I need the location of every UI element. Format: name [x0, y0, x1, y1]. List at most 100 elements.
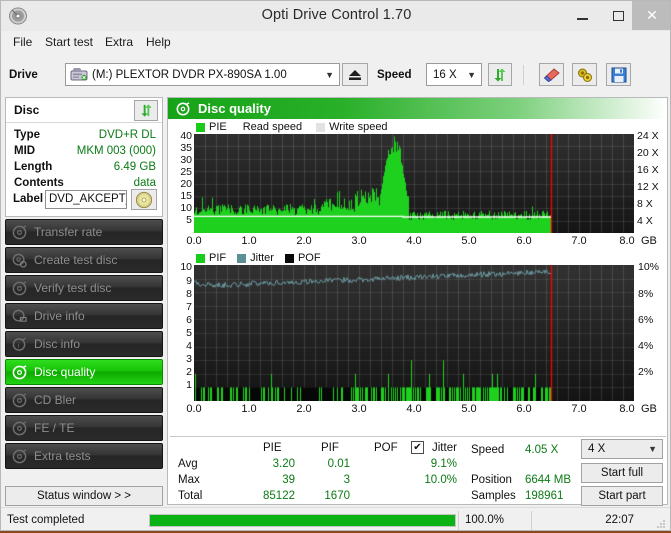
disc-refresh-button[interactable]: [134, 100, 158, 121]
disc-label-button[interactable]: [131, 189, 157, 210]
disc-panel-header: Disc: [6, 98, 162, 123]
pie-xtick: 7.0: [571, 235, 587, 247]
menu-item-file[interactable]: File: [9, 35, 36, 51]
disc-quality-icon: [6, 360, 32, 384]
legend-label-pof: POF: [297, 252, 321, 264]
pie-chart-plot: [194, 134, 634, 233]
refresh-button[interactable]: [488, 63, 512, 86]
progress-bar: [149, 514, 456, 527]
menu-item-extra[interactable]: Extra: [101, 35, 137, 51]
sidebar-item-drive-info[interactable]: Drive info: [5, 303, 163, 329]
chevron-down-icon: ▼: [648, 444, 657, 454]
disc-quality-panel: Disc quality PIE Read speed Write speed …: [167, 97, 668, 506]
pif-xtick: 2.0: [296, 403, 312, 415]
eject-button[interactable]: [342, 63, 368, 86]
sidebar-item-extra-tests[interactable]: Extra tests: [5, 443, 163, 469]
disc-row-value: data: [133, 177, 156, 189]
sidebar-item-label: Disc info: [34, 337, 81, 351]
status-message: Test completed: [7, 514, 85, 526]
extra-tests-icon: [6, 444, 32, 468]
pif-chart-canvas: [194, 265, 634, 401]
pif-ytick: 5: [186, 327, 192, 339]
sidebar-item-disc-quality[interactable]: Disc quality: [5, 359, 163, 385]
statusbar-separator: [531, 511, 532, 530]
sidebar-item-label: FE / TE: [34, 421, 75, 435]
progress-percent: 100.0%: [465, 514, 505, 526]
menu-item-start-test[interactable]: Start test: [41, 35, 97, 51]
toolbar-separator: [523, 65, 524, 85]
pie-chart-canvas: [194, 134, 634, 233]
disc-row-mid: MID MKM 003 (000): [14, 145, 156, 160]
pif-xtick: 3.0: [351, 403, 367, 415]
pif-ytick: 6: [186, 314, 192, 326]
disc-row-key: Type: [14, 129, 40, 141]
jitter-checkbox[interactable]: ✔: [411, 441, 424, 454]
cd-bler-icon: [6, 388, 32, 412]
pif-ytick: 2: [186, 366, 192, 378]
pie-speed-tick: 12 X: [637, 181, 659, 193]
sidebar-item-label: Disc quality: [34, 365, 96, 379]
sidebar-item-label: Create test disc: [34, 253, 118, 267]
legend-label-pif: PIF: [209, 252, 227, 264]
speed-select[interactable]: 16 X ▼: [426, 63, 482, 86]
chevron-down-icon: ▼: [467, 69, 476, 80]
stats-col-jitter: Jitter: [432, 442, 457, 454]
disc-burn-icon: [6, 248, 32, 272]
start-full-button[interactable]: Start full: [581, 463, 663, 483]
disc-quality-icon: [168, 101, 194, 116]
pie-speed-tick: 16 X: [637, 164, 659, 176]
check-icon: ✔: [413, 441, 422, 453]
drive-select[interactable]: (M:) PLEXTOR DVDR PX-890SA 1.00 ▼: [65, 63, 340, 86]
statistics-panel: PIE PIF POF ✔ Jitter Avg Max Total 3.20 …: [170, 436, 666, 506]
legend-label-jitter: Jitter: [250, 252, 274, 264]
svg-text:i: i: [17, 342, 19, 349]
eraser-icon: [543, 67, 560, 82]
pif-ytick: 3: [186, 353, 192, 365]
pif-xtick: 4.0: [406, 403, 422, 415]
test-speed-select[interactable]: 4 X ▼: [581, 439, 663, 459]
sidebar-item-cd-bler[interactable]: CD Bler: [5, 387, 163, 413]
menu-item-help[interactable]: Help: [142, 35, 175, 51]
maximize-button[interactable]: [600, 1, 636, 30]
pie-ytick: 5: [186, 214, 192, 226]
panel-title: Disc quality: [198, 101, 271, 116]
minimize-button[interactable]: [564, 1, 600, 30]
pif-ytick: 7: [186, 301, 192, 313]
sidebar-item-transfer-rate[interactable]: Transfer rate: [5, 219, 163, 245]
elapsed-time: 22:07: [605, 514, 634, 526]
disc-panel-title: Disc: [14, 103, 40, 117]
pif-xtick: 7.0: [571, 403, 587, 415]
disc-row-value: MKM 003 (000): [76, 145, 156, 157]
disc-verify-icon: [6, 276, 32, 300]
start-part-button[interactable]: Start part: [581, 486, 663, 506]
pie-xtick: 5.0: [461, 235, 477, 247]
close-icon: ✕: [646, 7, 658, 23]
disc-row-key: Length: [14, 161, 53, 173]
pie-speed-tick: 24 X: [637, 130, 659, 142]
sidebar-item-fe-te[interactable]: FE / TE: [5, 415, 163, 441]
stats-speed-label: Speed: [471, 444, 505, 456]
status-bar: Test completed 100.0% 22:07: [1, 507, 670, 530]
legend-swatch-write-speed: [316, 122, 326, 132]
sidebar-item-label: Transfer rate: [34, 225, 103, 239]
pie-xtick: 1.0: [241, 235, 257, 247]
pie-ytick: 10: [180, 202, 192, 214]
pif-xtick: 1.0: [241, 403, 257, 415]
sidebar-item-create-test-disc[interactable]: Create test disc: [5, 247, 163, 273]
drive-icon: [70, 67, 88, 86]
erase-button[interactable]: [539, 63, 564, 86]
close-button[interactable]: ✕: [632, 1, 670, 30]
sidebar-item-verify-test-disc[interactable]: Verify test disc: [5, 275, 163, 301]
stats-row-label-avg: Avg: [178, 458, 198, 470]
pie-speed-tick: 8 X: [637, 198, 653, 210]
settings-button[interactable]: [572, 63, 597, 86]
status-window-button[interactable]: Status window > >: [5, 486, 163, 506]
resize-grip[interactable]: [656, 519, 666, 529]
progress-fill: [150, 515, 455, 526]
pie-speed-tick: 4 X: [637, 215, 653, 227]
save-button[interactable]: [606, 63, 631, 86]
sidebar-item-label: Extra tests: [34, 449, 91, 463]
label-input[interactable]: DVD_AKCEPT_V: [45, 190, 127, 209]
sidebar-item-disc-info[interactable]: i Disc info: [5, 331, 163, 357]
statusbar-separator: [458, 511, 459, 530]
